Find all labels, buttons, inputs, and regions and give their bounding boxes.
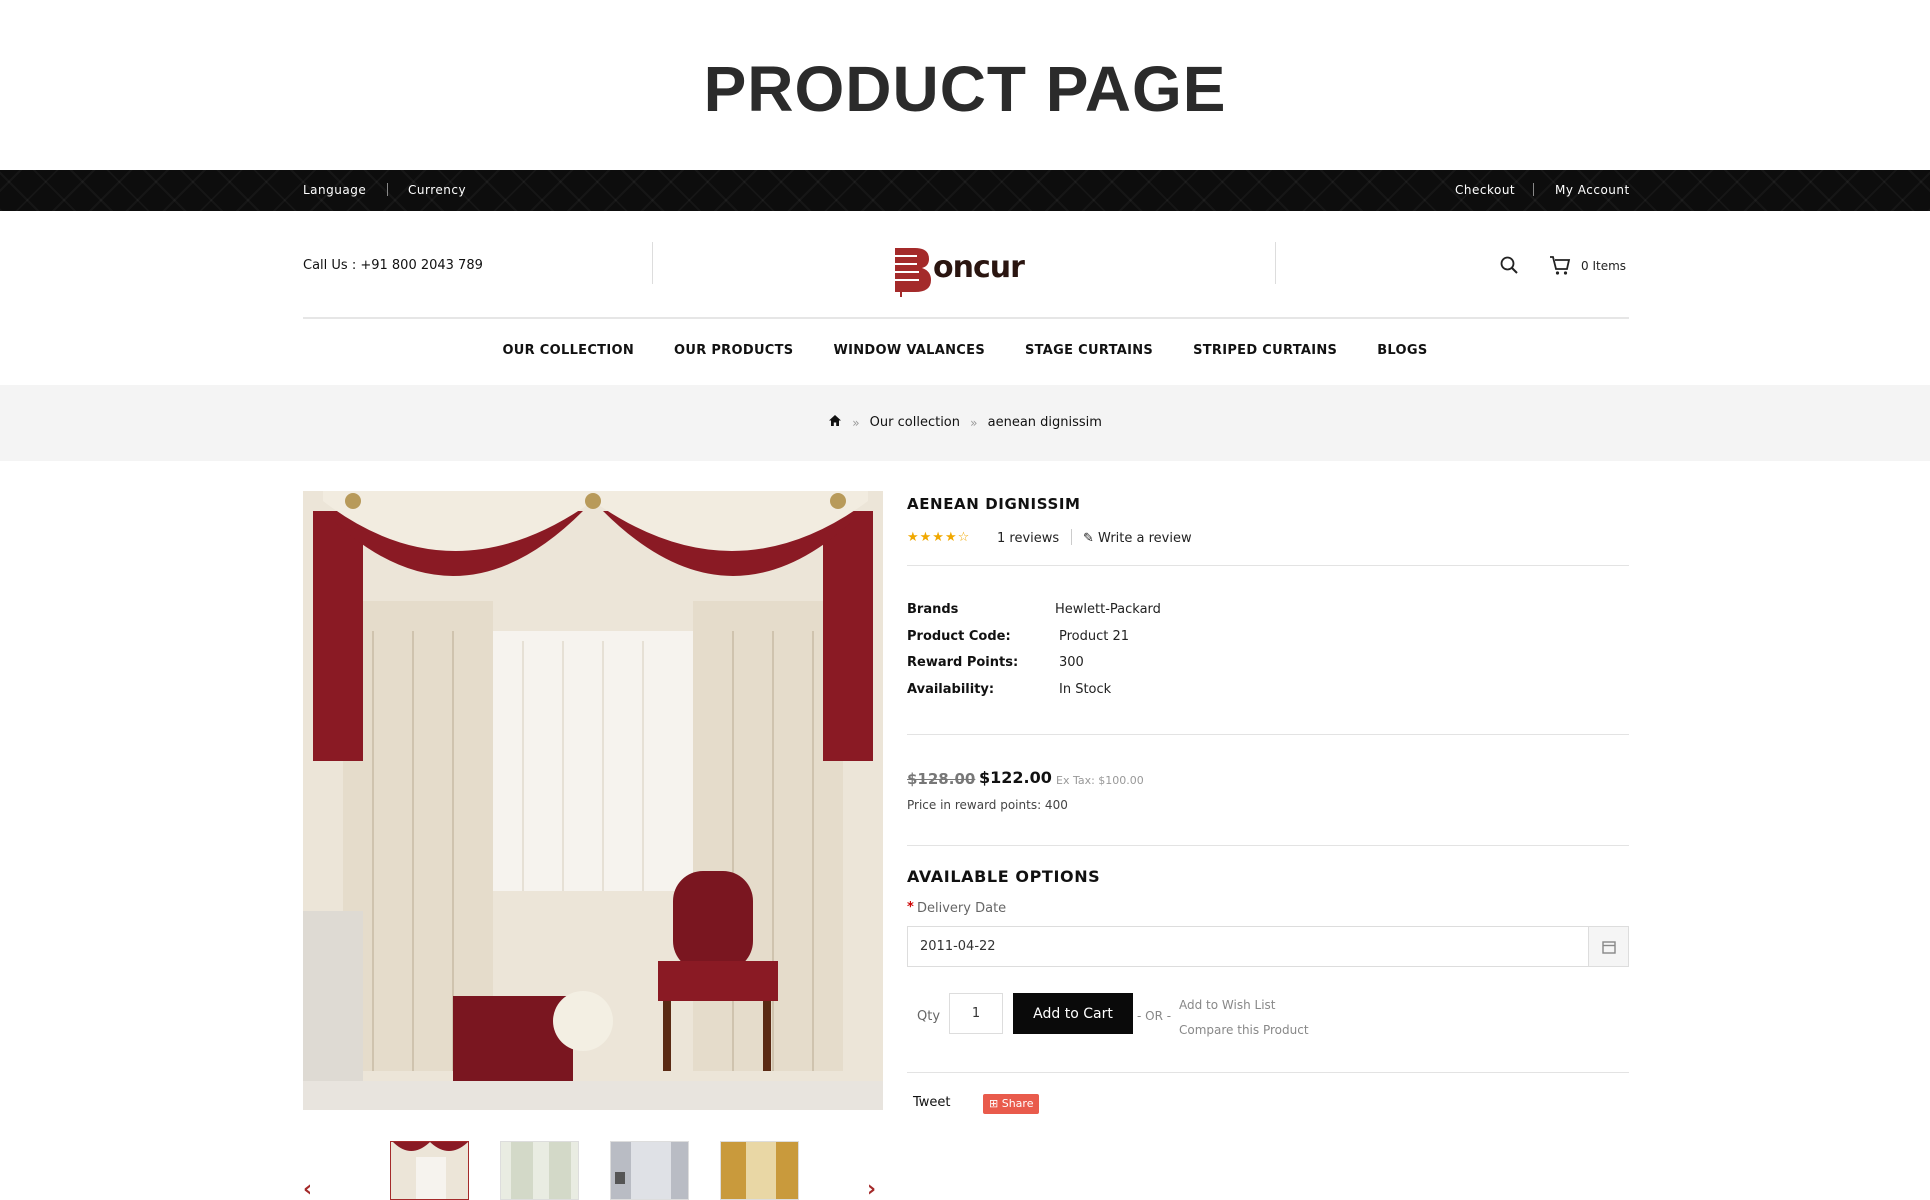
nav-window-valances[interactable]: WINDOW VALANCES bbox=[833, 343, 985, 358]
spec-value-reward: 300 bbox=[1059, 655, 1084, 670]
calendar-icon bbox=[1602, 941, 1616, 954]
share-button[interactable]: ⊞ Share bbox=[983, 1094, 1040, 1114]
divider bbox=[907, 845, 1629, 846]
logo-mark-icon bbox=[893, 248, 931, 297]
nav-stage-curtains[interactable]: STAGE CURTAINS bbox=[1025, 343, 1153, 358]
cart-icon[interactable] bbox=[1549, 254, 1571, 276]
breadcrumb-bar: » Our collection » aenean dignissim bbox=[0, 385, 1930, 461]
price: $122.00 bbox=[979, 768, 1052, 787]
currency-link[interactable]: Currency bbox=[408, 183, 466, 197]
header: Call Us : +91 800 2043 789 oncur 0 Items bbox=[303, 230, 1629, 318]
ex-tax-price: Ex Tax: $100.00 bbox=[1056, 774, 1144, 787]
logo[interactable]: oncur bbox=[891, 242, 1041, 298]
topbar-divider bbox=[387, 183, 388, 196]
chevron-right-icon: » bbox=[852, 415, 860, 430]
write-review-link[interactable]: ✎ Write a review bbox=[1083, 531, 1192, 546]
review-divider bbox=[1071, 529, 1072, 545]
search-icon[interactable] bbox=[1499, 255, 1519, 275]
thumbnail[interactable] bbox=[720, 1141, 799, 1200]
breadcrumb-current[interactable]: aenean dignissim bbox=[988, 415, 1102, 430]
chevron-right-icon[interactable]: › bbox=[867, 1177, 876, 1200]
star-rating: ★★★★☆ bbox=[907, 530, 971, 545]
divider bbox=[907, 565, 1629, 566]
topbar-divider bbox=[1533, 183, 1534, 196]
nav-our-collection[interactable]: OUR COLLECTION bbox=[502, 343, 634, 358]
spec-value-code: Product 21 bbox=[1059, 629, 1130, 644]
reviews-link[interactable]: 1 reviews bbox=[997, 531, 1059, 546]
language-link[interactable]: Language bbox=[303, 183, 366, 197]
spec-label-reward: Reward Points: bbox=[907, 655, 1019, 670]
old-price: $128.00 bbox=[907, 770, 976, 788]
breadcrumb: » Our collection » aenean dignissim bbox=[0, 414, 1930, 431]
qty-input[interactable] bbox=[949, 993, 1003, 1034]
my-account-link[interactable]: My Account bbox=[1555, 183, 1630, 197]
options-title: AVAILABLE OPTIONS bbox=[907, 867, 1101, 886]
divider bbox=[907, 734, 1629, 735]
spec-value-availability: In Stock bbox=[1059, 682, 1112, 697]
chevron-left-icon[interactable]: ‹ bbox=[303, 1177, 312, 1200]
divider bbox=[907, 1072, 1629, 1073]
top-bar: Language Currency Checkout My Account bbox=[0, 170, 1930, 211]
compare-product-link[interactable]: Compare this Product bbox=[1179, 1023, 1309, 1037]
thumbnail[interactable] bbox=[390, 1141, 469, 1200]
checkout-link[interactable]: Checkout bbox=[1455, 183, 1515, 197]
thumbnail-strip: ‹ › bbox=[303, 1141, 883, 1200]
delivery-date-label: Delivery Date bbox=[917, 901, 1007, 916]
add-to-cart-button[interactable]: Add to Cart bbox=[1013, 993, 1133, 1034]
qty-label: Qty bbox=[917, 1009, 941, 1024]
product-title: AENEAN DIGNISSIM bbox=[907, 495, 1081, 513]
header-divider bbox=[1275, 242, 1276, 284]
add-to-wishlist-link[interactable]: Add to Wish List bbox=[1179, 998, 1276, 1012]
share-label: Share bbox=[1001, 1097, 1034, 1110]
tweet-button[interactable]: Tweet bbox=[913, 1095, 951, 1110]
share-icon: ⊞ bbox=[989, 1097, 999, 1110]
calendar-button[interactable] bbox=[1589, 926, 1629, 967]
logo-text: oncur bbox=[933, 250, 1025, 285]
header-divider bbox=[652, 242, 653, 284]
product-main-image[interactable] bbox=[303, 491, 883, 1110]
thumbnail[interactable] bbox=[610, 1141, 689, 1200]
call-us-text: Call Us : +91 800 2043 789 bbox=[303, 258, 483, 273]
nav-our-products[interactable]: OUR PRODUCTS bbox=[674, 343, 793, 358]
main-nav: OUR COLLECTION OUR PRODUCTS WINDOW VALAN… bbox=[0, 343, 1930, 358]
spec-label-availability: Availability: bbox=[907, 682, 995, 697]
required-mark: * bbox=[907, 900, 914, 915]
or-separator: - OR - bbox=[1137, 1009, 1172, 1023]
spec-value-brand[interactable]: Hewlett-Packard bbox=[1055, 602, 1161, 617]
home-icon[interactable] bbox=[828, 414, 842, 431]
thumbnail[interactable] bbox=[500, 1141, 579, 1200]
pencil-icon: ✎ bbox=[1083, 531, 1094, 546]
nav-striped-curtains[interactable]: STRIPED CURTAINS bbox=[1193, 343, 1337, 358]
nav-blogs[interactable]: BLOGS bbox=[1377, 343, 1427, 358]
write-review-label: Write a review bbox=[1098, 531, 1192, 546]
cart-items-count[interactable]: 0 Items bbox=[1581, 259, 1626, 273]
spec-label-brand: Brands bbox=[907, 602, 959, 617]
delivery-date-input[interactable] bbox=[907, 926, 1589, 967]
page-title: PRODUCT PAGE bbox=[703, 53, 1227, 125]
chevron-right-icon: » bbox=[970, 415, 978, 430]
reward-points-price: Price in reward points: 400 bbox=[907, 798, 1068, 812]
spec-label-code: Product Code: bbox=[907, 629, 1011, 644]
breadcrumb-our-collection[interactable]: Our collection bbox=[870, 415, 960, 430]
header-divider-line bbox=[303, 317, 1629, 319]
